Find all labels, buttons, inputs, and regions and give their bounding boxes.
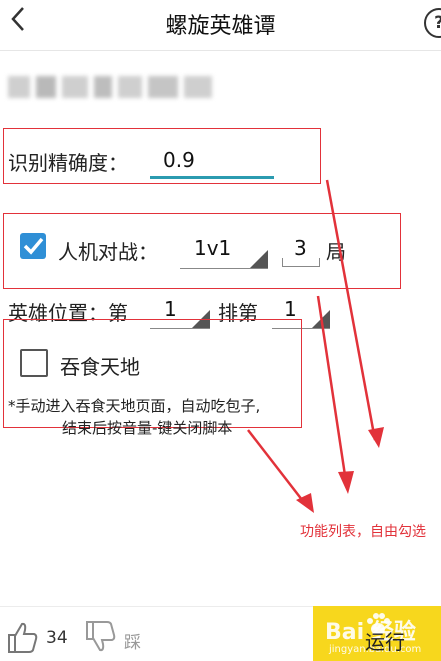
like-count: 34 xyxy=(46,628,68,648)
annotation-text: 功能列表，自由勾选 xyxy=(300,524,426,540)
run-button[interactable]: Bai 经验 jingyan.baidu.com 运行 xyxy=(313,606,441,661)
thumbs-down-icon xyxy=(86,621,116,652)
dislike-label: 踩 xyxy=(124,633,141,653)
thumbs-up-icon xyxy=(8,622,38,653)
annotation-arrows xyxy=(247,179,384,513)
dislike-button[interactable]: 踩 xyxy=(84,620,152,656)
like-button[interactable]: 34 xyxy=(6,620,74,656)
run-label: 运行 xyxy=(365,630,405,654)
